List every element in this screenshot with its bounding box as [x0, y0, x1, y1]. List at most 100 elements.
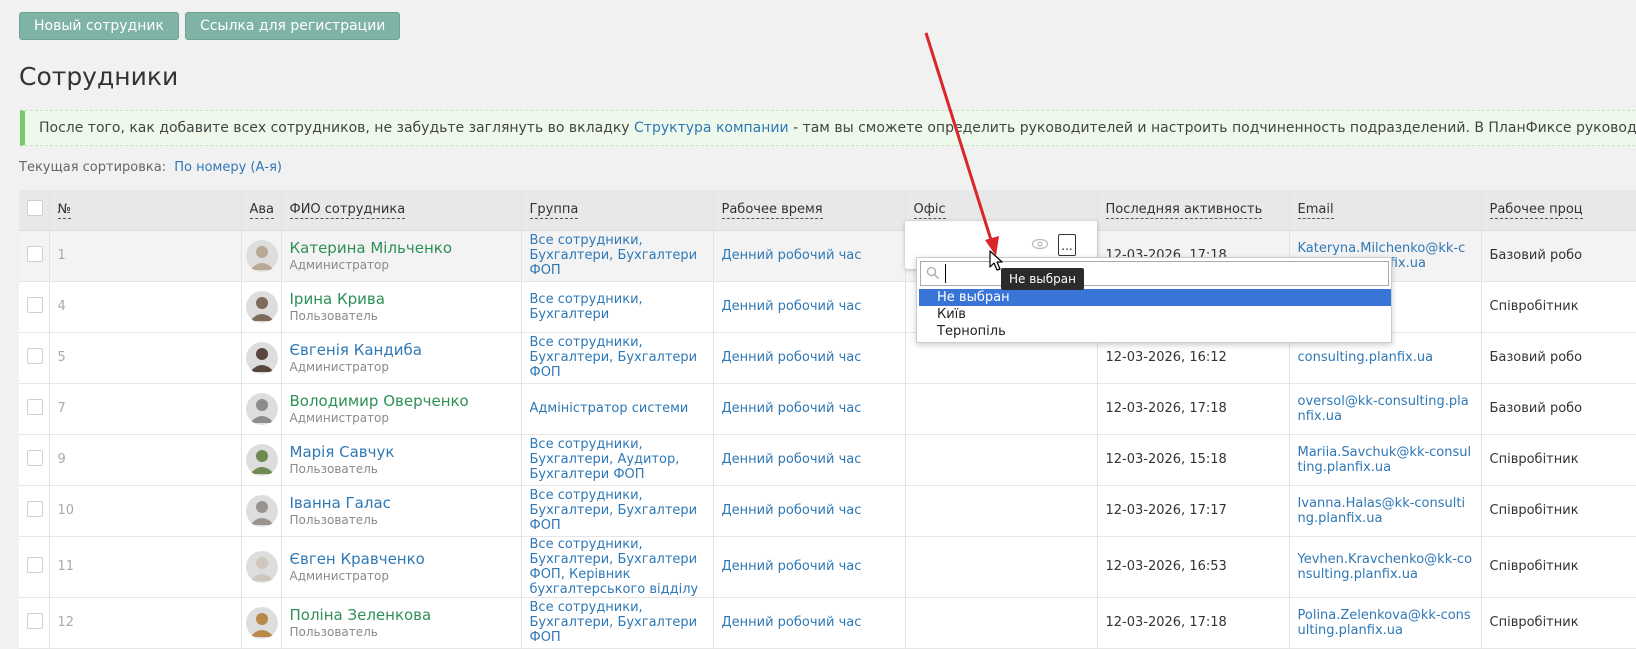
row-office-cell[interactable] [905, 383, 1098, 435]
employee-groups-link[interactable]: Все сотрудники, Бухгалтери, Бухгалтери Ф… [530, 233, 698, 278]
office-dropdown: Не выбран Київ Тернопіль [916, 257, 1392, 343]
row-checkbox[interactable] [27, 296, 43, 313]
col-name[interactable]: ФИО сотрудника [281, 190, 522, 231]
row-checkbox-cell [19, 597, 50, 649]
row-office-cell[interactable] [905, 597, 1098, 649]
more-options-button[interactable]: ... [1058, 234, 1076, 256]
row-email-cell: Mariia.Savchuk@kk-consulting.planfix.ua [1289, 434, 1482, 486]
employee-name-link[interactable]: Володимир Оверченко [290, 392, 513, 410]
sort-value-link[interactable]: По номеру (А-я) [174, 160, 282, 175]
worktime-link[interactable]: Денний робочий час [722, 299, 862, 314]
row-process-cell: Співробітник [1481, 434, 1636, 486]
avatar[interactable] [245, 290, 278, 323]
table-row[interactable]: 11 Євген Кравченко Администратор Все сот… [19, 536, 1636, 598]
employee-groups-link[interactable]: Все сотрудники, Бухгалтери, Бухгалтери Ф… [530, 335, 698, 380]
row-groups-cell: Все сотрудники, Бухгалтери, Бухгалтери Ф… [521, 536, 714, 598]
row-office-cell[interactable] [905, 485, 1098, 537]
row-checkbox[interactable] [27, 347, 43, 364]
worktime-link[interactable]: Денний робочий час [722, 350, 862, 365]
email-link[interactable]: Ivanna.Halas@kk-consulting.planfix.ua [1298, 496, 1466, 526]
row-num: 11 [49, 536, 242, 598]
office-option[interactable]: Тернопіль [919, 323, 1391, 340]
employee-groups-link[interactable]: Все сотрудники, Бухгалтери, Бухгалтери Ф… [530, 488, 698, 533]
table-row[interactable]: 5 Євгенія Кандиба Администратор Все сотр… [19, 332, 1636, 384]
worktime-link[interactable]: Денний робочий час [722, 559, 862, 574]
employee-role: Администратор [289, 359, 390, 374]
employee-name-link[interactable]: Ірина Крива [290, 290, 513, 308]
company-structure-link[interactable]: Структура компании [634, 120, 789, 136]
email-link[interactable]: Polina.Zelenkova@kk-consulting.planfix.u… [1298, 608, 1471, 638]
row-email-cell: oversol@kk-consulting.planfix.ua [1289, 383, 1482, 435]
avatar[interactable] [245, 494, 278, 527]
office-option[interactable]: Не выбран [919, 289, 1391, 306]
row-office-cell[interactable] [905, 536, 1098, 598]
row-checkbox[interactable] [27, 398, 43, 415]
employee-groups-link[interactable]: Все сотрудники, Бухгалтери [530, 292, 643, 322]
col-group[interactable]: Группа [521, 190, 714, 231]
employee-groups-link[interactable]: Адміністратор системи [530, 401, 689, 416]
avatar[interactable] [245, 341, 278, 374]
employee-groups-link[interactable]: Все сотрудники, Бухгалтери, Бухгалтери Ф… [530, 537, 699, 597]
avatar[interactable] [245, 239, 278, 272]
employee-name-link[interactable]: Марія Савчук [290, 443, 513, 461]
row-checkbox[interactable] [27, 449, 43, 466]
col-email[interactable]: Email [1289, 190, 1482, 231]
employee-name-link[interactable]: Євген Кравченко [290, 550, 513, 568]
avatar[interactable] [245, 606, 278, 639]
registration-link-button[interactable]: Ссылка для регистрации [184, 12, 401, 40]
col-process[interactable]: Рабочее проц [1481, 190, 1636, 231]
row-worktime-cell: Денний робочий час [713, 597, 906, 649]
row-checkbox-cell [19, 434, 50, 486]
employee-name-link[interactable]: Поліна Зеленкова [290, 606, 513, 624]
employee-name-link[interactable]: Євгенія Кандиба [290, 341, 513, 359]
avatar[interactable] [245, 550, 278, 583]
table-row[interactable]: 12 Поліна Зеленкова Пользователь Все сот… [19, 597, 1636, 649]
avatar[interactable] [245, 443, 278, 476]
row-checkbox[interactable] [27, 556, 43, 573]
employee-groups-link[interactable]: Все сотрудники, Бухгалтери, Бухгалтери Ф… [530, 600, 698, 645]
avatar[interactable] [245, 392, 278, 425]
row-name-cell: Ірина Крива Пользователь [281, 281, 522, 333]
page-title: Сотрудники [19, 62, 179, 91]
table-row[interactable]: 4 Ірина Крива Пользователь Все сотрудник… [19, 281, 1636, 333]
table-row[interactable]: 7 Володимир Оверченко Администратор Адмі… [19, 383, 1636, 435]
row-checkbox[interactable] [27, 612, 43, 629]
email-link[interactable]: oversol@kk-consulting.planfix.ua [1298, 394, 1469, 424]
new-employee-button[interactable]: Новый сотрудник [19, 12, 179, 40]
row-avatar-cell [241, 332, 282, 384]
table-row[interactable]: 9 Марія Савчук Пользователь Все сотрудни… [19, 434, 1636, 486]
office-option[interactable]: Київ [919, 306, 1391, 323]
email-link[interactable]: Mariia.Savchuk@kk-consulting.planfix.ua [1298, 445, 1472, 475]
info-notice: После того, как добавите всех сотруднико… [20, 110, 1636, 146]
table-row[interactable]: 10 Іванна Галас Пользователь Все сотрудн… [19, 485, 1636, 537]
col-num[interactable]: № [49, 190, 242, 231]
worktime-link[interactable]: Денний робочий час [722, 615, 862, 630]
office-options-list: Не выбран Київ Тернопіль [919, 289, 1391, 340]
row-avatar-cell [241, 536, 282, 598]
row-checkbox-cell [19, 332, 50, 384]
work-process: Співробітник [1489, 615, 1579, 630]
row-num: 10 [49, 485, 242, 537]
email-link[interactable]: Yevhen.Kravchenko@kk-consulting.planfix.… [1298, 552, 1473, 582]
select-all-checkbox[interactable] [27, 199, 43, 216]
row-checkbox[interactable] [27, 245, 43, 262]
row-checkbox[interactable] [27, 500, 43, 517]
employee-name-link[interactable]: Катерина Мільченко [290, 239, 513, 257]
row-avatar-cell [241, 230, 282, 282]
row-worktime-cell: Денний робочий час [713, 332, 906, 384]
col-worktime[interactable]: Рабочее время [713, 190, 906, 231]
email-link[interactable]: consulting.planfix.ua [1298, 350, 1434, 365]
table-row[interactable]: 1 Катерина Мільченко Администратор Все с… [19, 230, 1636, 282]
employee-groups-link[interactable]: Все сотрудники, Бухгалтери, Аудитор, Бух… [530, 437, 680, 482]
employee-name-link[interactable]: Іванна Галас [290, 494, 513, 512]
col-activity[interactable]: Последняя активность [1097, 190, 1290, 231]
eye-icon[interactable] [1031, 238, 1049, 250]
select-all-cell [19, 190, 50, 231]
worktime-link[interactable]: Денний робочий час [722, 452, 862, 467]
worktime-link[interactable]: Денний робочий час [722, 248, 862, 263]
col-avatar[interactable]: Ава [241, 190, 282, 231]
row-groups-cell: Все сотрудники, Бухгалтери, Бухгалтери Ф… [521, 485, 714, 537]
worktime-link[interactable]: Денний робочий час [722, 503, 862, 518]
worktime-link[interactable]: Денний робочий час [722, 401, 862, 416]
row-office-cell[interactable] [905, 434, 1098, 486]
